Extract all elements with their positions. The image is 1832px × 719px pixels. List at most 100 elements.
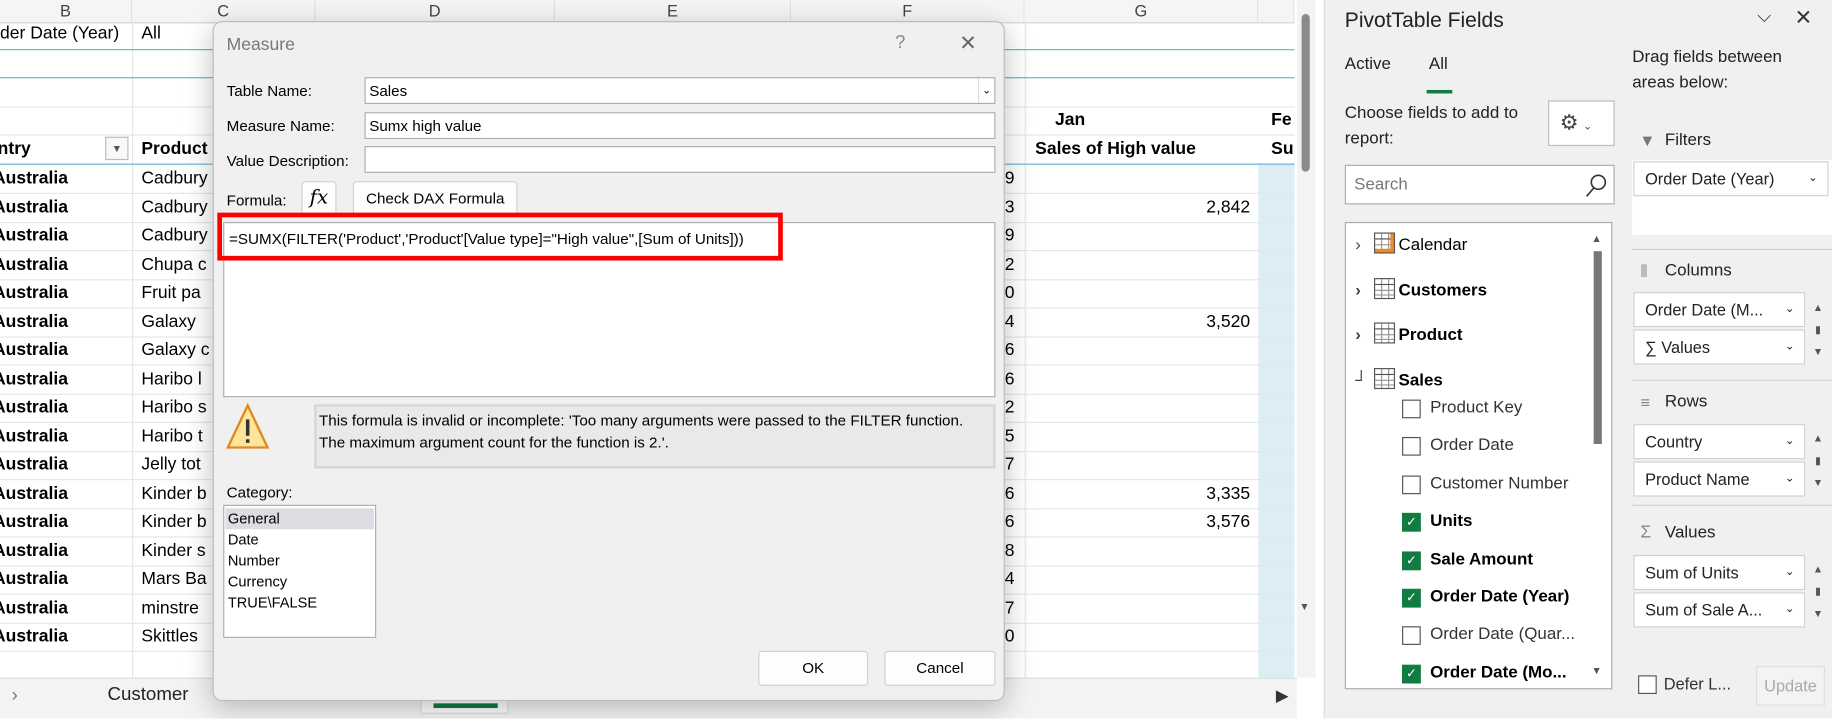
- gear-icon[interactable]: ⚙ ⌄: [1548, 100, 1615, 147]
- product-cell[interactable]: Chupa c: [141, 251, 206, 279]
- filter-field-order-date-year[interactable]: Order Date (Year) ⌄: [1633, 161, 1829, 197]
- scroll-down-icon[interactable]: ▼: [1299, 601, 1309, 613]
- value-cell[interactable]: 5: [1005, 422, 1015, 450]
- field-item[interactable]: Units: [1430, 512, 1472, 531]
- chevron-down-icon[interactable]: ⌄: [1785, 556, 1795, 589]
- value-cell[interactable]: 6: [1005, 508, 1015, 536]
- scroll-up-icon[interactable]: ▲: [1591, 233, 1601, 245]
- high-value-cell[interactable]: 3,520: [1145, 308, 1250, 336]
- field-checkbox[interactable]: ✓: [1402, 664, 1421, 684]
- country-cell[interactable]: Australia: [0, 537, 68, 565]
- product-cell[interactable]: Mars Ba: [141, 565, 206, 593]
- values-scroll[interactable]: ▲ ▮ ▼: [1811, 558, 1825, 625]
- filter-value[interactable]: All: [141, 20, 160, 48]
- field-item[interactable]: Sale Amount: [1430, 550, 1533, 569]
- column-field-values[interactable]: ∑ Values ⌄: [1633, 329, 1806, 365]
- scroll-down-icon[interactable]: ▼: [1591, 665, 1601, 677]
- category-option[interactable]: TRUE\FALSE: [225, 592, 373, 613]
- value-cell[interactable]: 9: [1005, 222, 1015, 250]
- field-item[interactable]: Customer Number: [1430, 474, 1568, 493]
- chevron-down-icon[interactable]: ⌄: [1785, 331, 1795, 364]
- value-cell[interactable]: 2: [1005, 394, 1015, 422]
- value-field-sum-of-sale-amount[interactable]: Sum of Sale A... ⌄: [1633, 592, 1806, 628]
- columns-scroll[interactable]: ▲ ▮ ▼: [1811, 297, 1825, 364]
- field-item[interactable]: Order Date (Quar...: [1430, 626, 1575, 645]
- field-checkbox[interactable]: [1402, 399, 1421, 419]
- collapse-icon[interactable]: ┘: [1355, 371, 1374, 390]
- fx-icon[interactable]: fx: [301, 181, 337, 217]
- vertical-scrollbar[interactable]: ▼: [1296, 0, 1316, 678]
- field-checkbox[interactable]: ✓: [1402, 550, 1421, 570]
- close-button[interactable]: ✕: [959, 32, 977, 57]
- chevron-down-icon[interactable]: ⌄: [1785, 463, 1795, 496]
- product-cell[interactable]: Fruit pa: [141, 279, 200, 307]
- field-item[interactable]: Product Key: [1430, 398, 1522, 417]
- product-cell[interactable]: minstre: [141, 594, 198, 622]
- value-cell[interactable]: 6: [1005, 480, 1015, 508]
- value-cell[interactable]: 4: [1005, 565, 1015, 593]
- country-cell[interactable]: Australia: [0, 594, 68, 622]
- field-item[interactable]: Order Date (Year): [1430, 588, 1569, 607]
- value-cell[interactable]: 0: [1005, 279, 1015, 307]
- tab-all[interactable]: All: [1429, 55, 1448, 74]
- tab-active[interactable]: Active: [1345, 55, 1391, 74]
- country-cell[interactable]: Australia: [0, 565, 68, 593]
- field-checkbox[interactable]: [1402, 437, 1421, 457]
- field-checkbox[interactable]: [1402, 475, 1421, 494]
- country-cell[interactable]: Australia: [0, 422, 68, 450]
- product-cell[interactable]: Galaxy: [141, 308, 196, 336]
- column-header-d[interactable]: D: [315, 0, 555, 24]
- field-checkbox[interactable]: ✓: [1402, 588, 1421, 608]
- value-cell[interactable]: 4: [1005, 308, 1015, 336]
- chevron-down-icon[interactable]: ⌄: [1785, 594, 1795, 627]
- value-cell[interactable]: 0: [1005, 623, 1015, 651]
- scrollbar-thumb[interactable]: [1301, 14, 1310, 172]
- column-header-e[interactable]: E: [554, 0, 791, 24]
- expand-icon[interactable]: ›: [1355, 236, 1374, 255]
- country-cell[interactable]: Australia: [0, 336, 68, 364]
- column-field-order-date-month[interactable]: Order Date (M... ⌄: [1633, 292, 1806, 328]
- category-list[interactable]: General Date Number Currency TRUE\FALSE: [223, 504, 377, 638]
- field-checkbox[interactable]: ✓: [1402, 513, 1421, 532]
- category-option[interactable]: Currency: [225, 571, 373, 592]
- product-cell[interactable]: Haribo s: [141, 394, 206, 422]
- field-table-product[interactable]: › Product: [1355, 322, 1463, 345]
- chevron-down-icon[interactable]: ⌄: [1808, 162, 1818, 195]
- row-field-product-name[interactable]: Product Name ⌄: [1633, 461, 1806, 497]
- value-cell[interactable]: 8: [1005, 537, 1015, 565]
- sheet-tab-customer[interactable]: Customer: [107, 685, 188, 706]
- country-cell[interactable]: Australia: [0, 623, 68, 651]
- field-table-sales[interactable]: ┘ Sales: [1355, 367, 1443, 390]
- value-description-input[interactable]: [364, 146, 996, 173]
- country-cell[interactable]: Australia: [0, 308, 68, 336]
- search-input[interactable]: Search: [1344, 164, 1615, 205]
- product-cell[interactable]: Cadbury: [141, 193, 207, 221]
- high-value-cell[interactable]: 3,335: [1145, 480, 1250, 508]
- column-header-f[interactable]: F: [790, 0, 1025, 24]
- product-cell[interactable]: Kinder s: [141, 537, 205, 565]
- field-checkbox[interactable]: [1402, 626, 1421, 646]
- value-cell[interactable]: 2: [1005, 251, 1015, 279]
- cancel-button[interactable]: Cancel: [884, 650, 996, 686]
- country-cell[interactable]: Australia: [0, 251, 68, 279]
- chevron-down-icon[interactable]: ⌄: [977, 78, 994, 103]
- high-value-cell[interactable]: 3,576: [1145, 508, 1250, 536]
- value-cell[interactable]: 6: [1005, 336, 1015, 364]
- category-option[interactable]: General: [225, 508, 374, 530]
- chevron-down-icon[interactable]: ⌄: [1785, 425, 1795, 458]
- product-cell[interactable]: Jelly tot: [141, 451, 200, 479]
- country-cell[interactable]: Australia: [0, 279, 68, 307]
- defer-layout-checkbox[interactable]: [1638, 675, 1657, 695]
- high-value-cell[interactable]: 2,842: [1145, 193, 1250, 221]
- product-cell[interactable]: Haribo t: [141, 422, 202, 450]
- table-name-select[interactable]: Sales ⌄: [364, 77, 996, 104]
- product-cell[interactable]: Skittles: [141, 623, 198, 651]
- product-cell[interactable]: Kinder b: [141, 480, 206, 508]
- pane-close-icon[interactable]: ✕: [1795, 6, 1813, 31]
- column-header-h[interactable]: [1258, 0, 1295, 24]
- country-cell[interactable]: Australia: [0, 480, 68, 508]
- rows-scroll[interactable]: ▲ ▮ ▼: [1811, 428, 1825, 495]
- pane-options-chevron-icon[interactable]: ⌵: [1757, 7, 1771, 28]
- country-cell[interactable]: Australia: [0, 365, 68, 393]
- hscroll-right-icon[interactable]: ▶: [1276, 686, 1289, 706]
